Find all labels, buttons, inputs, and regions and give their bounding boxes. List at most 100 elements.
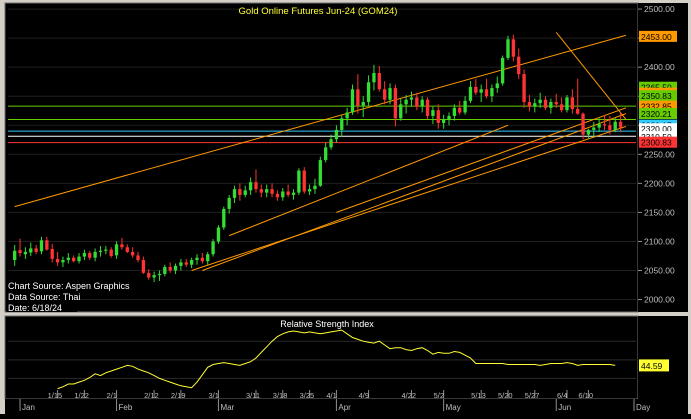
candle-body [157,273,162,276]
date-tick-label: 3/11 [246,391,260,400]
date-tick-label: 5/27 [525,391,540,400]
candle-body [222,208,226,228]
candle-body [484,89,489,97]
candle-body [409,97,414,100]
candle-body [302,170,306,192]
candle-body [592,127,596,130]
candle-body [130,251,135,256]
candle-body [211,241,215,255]
month-label: Jun [558,403,571,412]
candle-body [232,189,237,198]
candle-body [576,108,580,114]
candle-body [93,251,97,258]
date-tick-label: 3/25 [300,391,315,400]
candle-body [468,86,473,101]
candle-body [195,257,199,261]
candle-body [383,89,387,100]
candle-body [104,249,108,251]
candle-body [404,99,408,105]
month-label: Mar [220,403,234,412]
candle-body [114,244,119,256]
candle-body [458,107,462,113]
month-label: Feb [119,403,133,412]
candle-body [61,260,65,263]
candle-body [254,182,258,190]
candle-body [340,118,344,130]
candle-body [431,110,435,116]
candle-body [517,56,521,75]
candle-body [527,102,532,107]
candle-body [522,74,526,103]
candle-body [329,139,333,148]
candle-body [270,189,274,194]
candle-body [82,253,87,257]
price-tick-label: 2000.00 [644,295,675,305]
candle-body [50,249,54,259]
candle-body [543,99,548,108]
candle-body [147,272,151,278]
candle-body [570,97,574,109]
candle-body [136,255,140,261]
candle-body [55,258,60,263]
candle-body [581,113,585,135]
candle-body [13,250,17,261]
candle-body [436,110,440,123]
price-tick-label: 2050.00 [644,265,675,275]
candle-body [297,170,301,193]
price-tag: 2300.83 [641,138,672,148]
info-line: Date: 6/18/24 [8,303,62,313]
candle-body [307,189,312,192]
candle-body [313,185,317,190]
candle-body [441,119,446,123]
price-tick-label: 2250.00 [644,149,675,159]
candle-body [602,124,607,126]
candle-body [98,250,103,252]
price-tick-label: 2400.00 [644,62,675,72]
candle-body [39,240,44,252]
price-tick-label: 2150.00 [644,207,675,217]
date-tick-label: 2/1 [107,391,117,400]
candle-body [538,99,542,104]
info-line: Data Source: Thai [8,292,80,302]
date-tick-label: 4/9 [359,391,369,400]
candle-body [248,182,253,191]
candle-body [447,115,451,120]
month-label: Day [636,403,650,412]
date-tick-label: 6/4 [557,391,567,400]
candle-body [141,260,146,273]
candle-body [495,83,499,89]
date-tick-label: 5/20 [498,391,513,400]
candle-body [479,89,483,93]
price-tick-label: 2200.00 [644,178,675,188]
candle-body [227,197,231,209]
date-tick-label: 6/10 [578,391,593,400]
date-tick-label: 4/22 [401,391,416,400]
candle-body [420,99,424,107]
rsi-title: Relative Strength Index [280,319,374,329]
candle-body [500,57,505,84]
candle-body [243,190,247,195]
candle-body [356,89,360,106]
candle-body [345,112,349,119]
candle-body [200,257,205,262]
price-tag: 2350.83 [641,91,672,101]
date-tick-label: 2/19 [171,391,186,400]
candle-body [45,240,49,250]
candle-body [324,147,328,161]
candle-body [377,72,381,90]
candle-body [275,193,280,198]
candle-body [597,124,601,128]
candle-body [281,191,285,198]
candle-body [399,104,403,119]
candle-body [618,121,623,128]
candle-body [452,107,457,116]
price-tick-label: 2500.00 [644,4,675,14]
candle-body [559,104,564,111]
candle-body [163,267,167,274]
main-panel [4,2,639,313]
chart-title: Gold Online Futures Jun-24 (GOM24) [239,6,398,17]
date-tick-label: 3/1 [208,391,218,400]
candle-body [88,253,92,258]
price-tag: 2320.21 [641,109,672,119]
candle-body [372,72,376,83]
